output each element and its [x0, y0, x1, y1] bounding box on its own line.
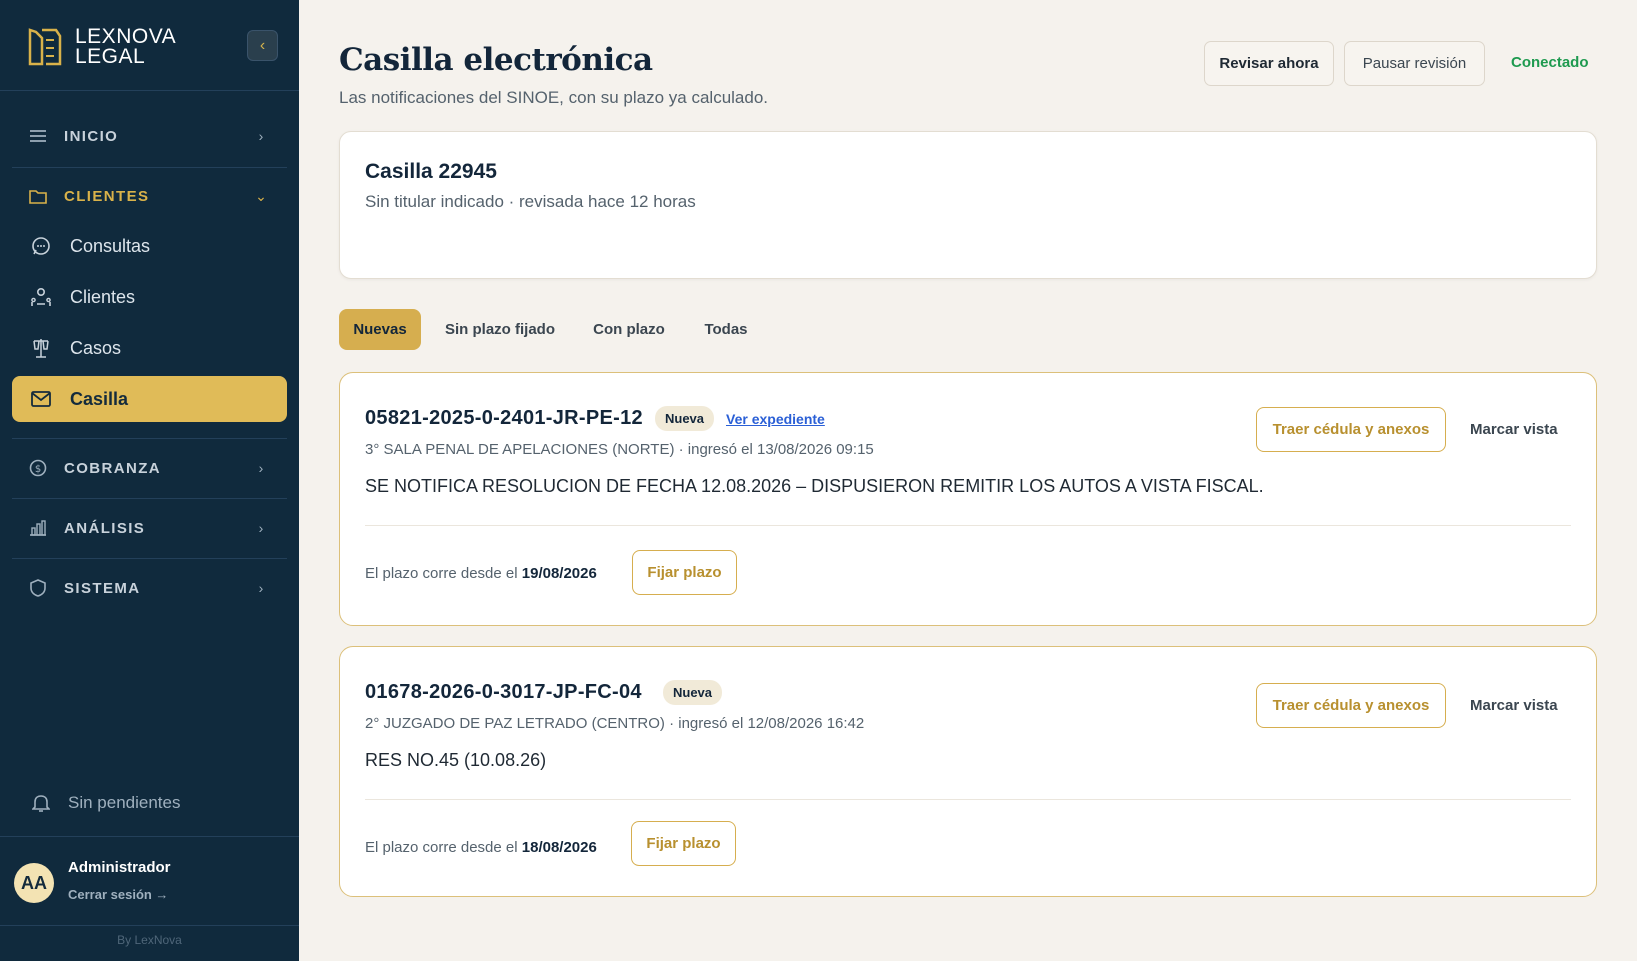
sidebar-item-label: Clientes — [70, 286, 136, 307]
sidebar-item-casos[interactable]: Casos — [12, 325, 287, 371]
sidebar-item-clientes[interactable]: Clientes — [12, 274, 287, 320]
chevron-left-icon: ‹ — [259, 36, 266, 54]
chevron-right-icon: › — [258, 580, 264, 596]
mailbox-title: Casilla 22945 — [365, 160, 497, 183]
sidebar-item-consultas[interactable]: Consultas — [12, 223, 287, 269]
pause-review-button[interactable]: Pausar revisión — [1344, 41, 1485, 86]
sidebar-item-casilla[interactable]: Casilla — [12, 376, 287, 422]
notification-summary: RES NO.45 (10.08.26) — [365, 750, 547, 770]
nav-section-label: INICIO — [64, 127, 119, 145]
nav-section-inicio[interactable]: INICIO › — [12, 114, 287, 158]
sidebar-item-label: Casilla — [70, 388, 129, 409]
brand-line-1: LEXNOVA — [75, 25, 177, 48]
collapse-sidebar-button[interactable]: ‹ — [247, 30, 278, 61]
court-info: 2° JUZGADO DE PAZ LETRADO (CENTRO) · ing… — [365, 715, 865, 732]
bar-chart-icon — [28, 518, 48, 538]
nav-section-label: COBRANZA — [64, 459, 162, 477]
fix-deadline-button[interactable]: Fijar plazo — [632, 550, 737, 595]
avatar: AA — [14, 863, 54, 903]
court-info: 3° SALA PENAL DE APELACIONES (NORTE) · i… — [365, 441, 874, 458]
sidebar-item-label: Consultas — [70, 235, 151, 256]
sidebar-item-label: Casos — [70, 337, 122, 358]
nav-section-analisis[interactable]: ANÁLISIS › — [12, 506, 287, 550]
divider — [365, 799, 1571, 800]
nav-section-label: ANÁLISIS — [64, 519, 146, 537]
fetch-cedula-button[interactable]: Traer cédula y anexos — [1256, 407, 1446, 452]
brand: LEXNOVA LEGAL ‹ — [0, 0, 299, 91]
scales-icon — [30, 337, 52, 359]
fetch-cedula-button[interactable]: Traer cédula y anexos — [1256, 683, 1446, 728]
mailbox-subtitle: Sin titular indicado · revisada hace 12 … — [365, 192, 696, 211]
tab-sin-plazo-fijado[interactable]: Sin plazo fijado — [432, 309, 568, 350]
lexnova-logo-icon — [28, 28, 62, 66]
notification-card: 05821-2025-0-2401-JR-PE-12 Nueva Ver exp… — [339, 372, 1597, 626]
mail-icon — [30, 388, 52, 410]
nav-section-cobranza[interactable]: $ COBRANZA › — [12, 446, 287, 490]
users-icon — [30, 286, 52, 308]
plazo-date: 19/08/2026 — [521, 565, 597, 582]
fix-deadline-button[interactable]: Fijar plazo — [631, 821, 736, 866]
bell-icon — [30, 792, 52, 814]
divider — [12, 498, 287, 499]
plazo-info: El plazo corre desde el 19/08/2026 — [365, 565, 597, 582]
user-name: Administrador — [68, 859, 171, 876]
menu-icon — [28, 126, 48, 146]
notification-card: 01678-2026-0-3017-JP-FC-04 Nueva 2° JUZG… — [339, 646, 1597, 897]
chevron-right-icon: › — [258, 460, 264, 476]
svg-text:$: $ — [35, 464, 41, 475]
plazo-prefix: El plazo corre desde el — [365, 839, 518, 856]
byline: By LexNova — [117, 933, 182, 947]
review-now-button[interactable]: Revisar ahora — [1204, 41, 1334, 86]
divider — [12, 558, 287, 559]
mark-seen-button[interactable]: Marcar vista — [1470, 697, 1558, 714]
connection-status: Conectado — [1511, 54, 1589, 71]
chevron-right-icon: › — [258, 520, 264, 536]
notifications-status[interactable]: Sin pendientes — [12, 783, 287, 823]
user-panel: AA Administrador Cerrar sesión → — [0, 836, 299, 926]
view-expediente-link[interactable]: Ver expediente — [726, 411, 825, 427]
tab-nuevas[interactable]: Nuevas — [339, 309, 421, 350]
chat-bubble-icon — [30, 235, 52, 257]
status-badge: Nueva — [663, 680, 723, 705]
divider — [365, 525, 1571, 526]
nav-section-label: SISTEMA — [64, 579, 141, 597]
chevron-right-icon: › — [258, 128, 264, 144]
nav-section-sistema[interactable]: SISTEMA › — [12, 566, 287, 610]
logout-link[interactable]: Cerrar sesión → — [68, 887, 168, 902]
notifications-label: Sin pendientes — [68, 793, 181, 812]
page-title: Casilla electrónica — [339, 42, 653, 78]
plazo-date: 18/08/2026 — [521, 839, 597, 856]
divider — [12, 167, 287, 168]
plazo-prefix: El plazo corre desde el — [365, 565, 518, 582]
chevron-down-icon: ⌄ — [255, 187, 267, 204]
coin-icon: $ — [28, 458, 48, 478]
folder-icon — [28, 186, 48, 206]
shield-icon — [28, 578, 48, 598]
nav-section-label: CLIENTES — [64, 187, 150, 205]
case-number: 01678-2026-0-3017-JP-FC-04 — [365, 681, 642, 703]
mark-seen-button[interactable]: Marcar vista — [1470, 421, 1558, 438]
tab-con-plazo[interactable]: Con plazo — [578, 309, 680, 350]
case-number: 05821-2025-0-2401-JR-PE-12 — [365, 407, 643, 429]
tab-todas[interactable]: Todas — [690, 309, 762, 350]
sidebar: LEXNOVA LEGAL ‹ INICIO › CLIENTES ⌄ Cons… — [0, 0, 299, 961]
brand-line-2: LEGAL — [75, 45, 146, 68]
notification-summary: SE NOTIFICA RESOLUCION DE FECHA 12.08.20… — [365, 476, 1264, 496]
page-subtitle: Las notificaciones del SINOE, con su pla… — [339, 88, 769, 107]
divider — [12, 438, 287, 439]
plazo-info: El plazo corre desde el 18/08/2026 — [365, 839, 597, 856]
mailbox-card: Casilla 22945 Sin titular indicado · rev… — [339, 131, 1597, 279]
status-badge: Nueva — [655, 406, 715, 431]
brand-name: LEXNOVA LEGAL — [75, 25, 177, 68]
nav-section-clientes[interactable]: CLIENTES ⌄ — [12, 174, 287, 218]
